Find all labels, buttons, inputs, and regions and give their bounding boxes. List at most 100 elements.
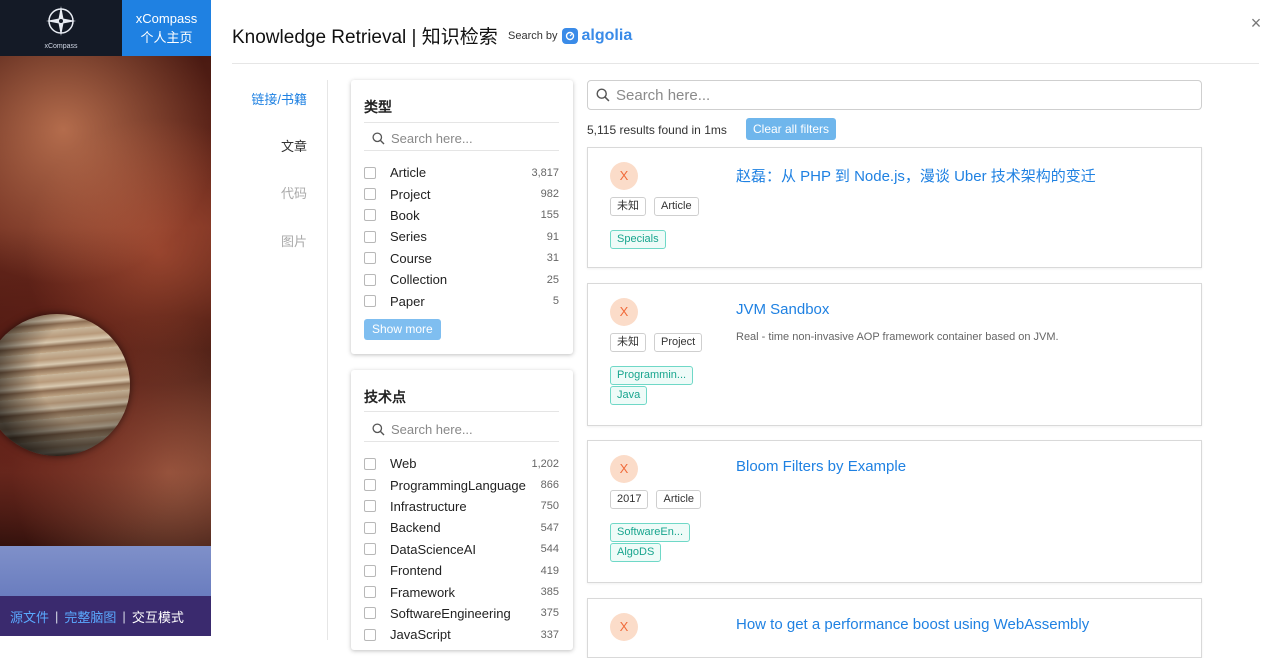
facet-checkbox[interactable] (364, 252, 376, 265)
facet-option[interactable]: Paper 5 (364, 290, 559, 311)
result-description: Real - time non-invasive AOP framework c… (736, 331, 1059, 343)
result-year-chip: 2017 (610, 490, 649, 509)
facet-option-label: Frontend (390, 563, 443, 579)
site-logo[interactable]: xCompass (0, 0, 122, 56)
category-articles[interactable]: 文章 (281, 136, 307, 155)
result-year-chip: 未知 (610, 197, 646, 216)
facet-option-label: Paper (390, 293, 425, 309)
result-tags: SoftwareEn... AlgoDS (610, 523, 691, 562)
facet-option[interactable]: Framework 385 (364, 581, 559, 602)
result-tag-chip[interactable]: Programmin... (610, 366, 694, 385)
facet-option[interactable]: JavaScript 337 (364, 624, 559, 645)
full-mindmap-link[interactable]: 完整脑图 (64, 607, 116, 626)
tech-facet-search-input[interactable] (391, 422, 551, 437)
facet-checkbox[interactable] (364, 479, 376, 492)
result-tag-chip[interactable]: Java (610, 386, 648, 405)
knowledge-retrieval-dialog: Knowledge Retrieval | 知识检索 Search by alg… (211, 0, 1280, 658)
category-images[interactable]: 图片 (281, 231, 307, 250)
result-title-link[interactable]: Bloom Filters by Example (736, 458, 906, 475)
tech-facet-panel: 技术点 Web 1,202 ProgrammingLanguage 866 Infras… (351, 370, 573, 650)
facet-checkbox[interactable] (364, 564, 376, 577)
result-tag-chip[interactable]: Specials (610, 230, 666, 249)
facet-checkbox[interactable] (364, 607, 376, 620)
facet-option-label: Framework (390, 584, 456, 600)
facet-option[interactable]: Collection 25 (364, 269, 559, 290)
result-title-link[interactable]: How to get a performance boost using Web… (736, 616, 1089, 633)
facet-checkbox[interactable] (364, 500, 376, 513)
facet-checkbox[interactable] (364, 628, 376, 641)
result-title-link[interactable]: 赵磊：从 PHP 到 Node.js，漫谈 Uber 技术架构的变迁 (736, 165, 1096, 186)
result-card[interactable]: X Bloom Filters by Example 2017 Article Soft… (587, 440, 1202, 583)
facet-option[interactable]: Web 1,202 (364, 453, 559, 474)
facet-option[interactable]: ProgrammingLanguage 866 (364, 474, 559, 495)
facet-divider (364, 411, 559, 412)
facet-checkbox[interactable] (364, 295, 376, 308)
results-search[interactable] (587, 80, 1202, 110)
facet-checkbox[interactable] (364, 457, 376, 470)
facet-option-count: 25 (546, 273, 559, 286)
type-facet-title: 类型 (364, 99, 392, 115)
category-links-books[interactable]: 链接/书籍 (251, 89, 307, 108)
facet-option-label: ProgrammingLanguage (390, 477, 526, 493)
facet-checkbox[interactable] (364, 188, 376, 201)
facet-option[interactable]: Course 31 (364, 248, 559, 269)
sidebar-footer: 源文件 | 完整脑图 | 交互模式 (0, 596, 211, 636)
facet-checkbox[interactable] (364, 273, 376, 286)
type-facet-search-input[interactable] (391, 131, 551, 146)
result-card[interactable]: X JVM Sandbox Real - time non-invasive AOP… (587, 283, 1202, 426)
result-card[interactable]: X 赵磊：从 PHP 到 Node.js，漫谈 Uber 技术架构的变迁 未知 Art… (587, 147, 1202, 268)
home-link[interactable]: xCompass 个人主页 (122, 0, 211, 56)
category-code[interactable]: 代码 (281, 183, 307, 202)
facet-checkbox[interactable] (364, 543, 376, 556)
result-card[interactable]: X How to get a performance boost using We… (587, 598, 1202, 658)
facet-option[interactable]: Frontend 419 (364, 560, 559, 581)
facet-option-count: 155 (540, 209, 559, 222)
facet-option-label: Collection (390, 272, 448, 288)
facet-option[interactable]: Backend 547 (364, 517, 559, 538)
facet-divider (364, 122, 559, 123)
tech-facet-search[interactable] (364, 418, 559, 442)
facet-option-label: Project (390, 186, 431, 202)
facet-option-label: Series (390, 229, 427, 245)
facet-option-label: DataScienceAI (390, 541, 476, 557)
facet-option[interactable]: DataScienceAI 544 (364, 539, 559, 560)
facet-checkbox[interactable] (364, 521, 376, 534)
facet-option-label: Course (390, 250, 432, 266)
site-name: xCompass (135, 11, 198, 26)
result-tags: Programmin... Java (610, 366, 694, 405)
facet-option-count: 866 (540, 479, 559, 492)
facet-option[interactable]: Project 982 (364, 183, 559, 204)
facet-option[interactable]: Infrastructure 750 (364, 496, 559, 517)
facet-checkbox[interactable] (364, 166, 376, 179)
close-icon[interactable]: × (1246, 13, 1266, 33)
tech-facet-list: Web 1,202 ProgrammingLanguage 866 Infrastruc… (364, 453, 559, 646)
search-by-algolia[interactable]: Search by algolia (508, 27, 632, 45)
footer-separator: | (55, 608, 59, 624)
results-search-input[interactable] (616, 86, 1176, 104)
type-facet-search[interactable] (364, 127, 559, 151)
facet-option[interactable]: SoftwareEngineering 375 (364, 603, 559, 624)
show-more-button[interactable]: Show more (364, 319, 441, 340)
facet-option-count: 750 (540, 500, 559, 513)
facet-checkbox[interactable] (364, 209, 376, 222)
facet-option-count: 5 (552, 295, 559, 308)
sidebar-gradient (0, 546, 211, 596)
facet-option[interactable]: Book 155 (364, 205, 559, 226)
clear-all-filters-button[interactable]: Clear all filters (746, 118, 837, 140)
search-icon (372, 423, 385, 436)
facet-option-label: JavaScript (390, 627, 451, 643)
result-tag-chip[interactable]: SoftwareEn... (610, 523, 691, 542)
facet-option-label: Infrastructure (390, 498, 467, 514)
facet-checkbox[interactable] (364, 230, 376, 243)
result-tag-chip[interactable]: AlgoDS (610, 543, 662, 562)
site-header: xCompass xCompass 个人主页 (0, 0, 211, 56)
source-file-link[interactable]: 源文件 (10, 607, 49, 626)
facet-option[interactable]: Series 91 (364, 226, 559, 247)
facet-option[interactable]: Article 3,817 (364, 162, 559, 183)
result-title-link[interactable]: JVM Sandbox (736, 301, 829, 318)
interactive-mode-label[interactable]: 交互模式 (132, 607, 184, 626)
facet-checkbox[interactable] (364, 586, 376, 599)
facet-option-count: 982 (540, 188, 559, 201)
search-icon (372, 132, 385, 145)
type-facet-panel: 类型 Article 3,817 Project 982 Book 155 Series 91… (351, 80, 573, 354)
